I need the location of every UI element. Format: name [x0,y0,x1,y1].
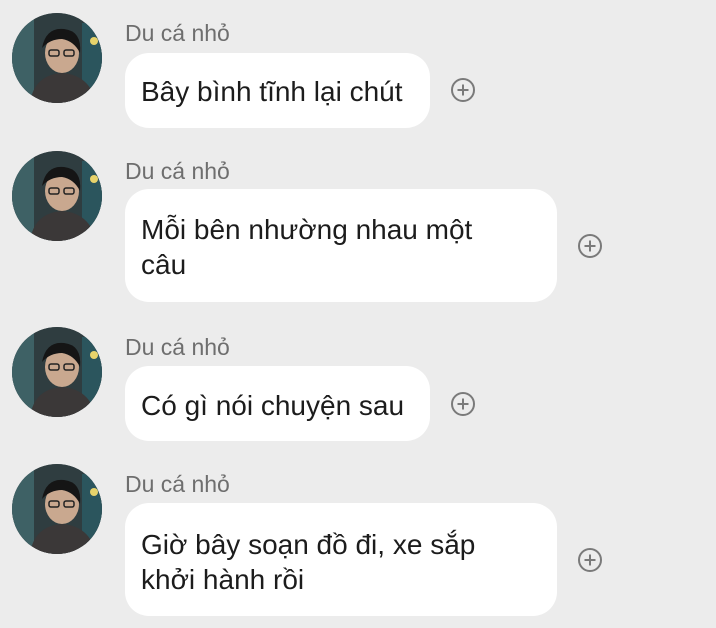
message-text-line: Giờ bây soạn đồ đi, xe sắp [141,529,476,560]
add-circle-icon[interactable] [577,233,603,259]
sender-name: Du cá nhỏ [125,158,230,184]
add-circle-icon[interactable] [577,547,603,573]
sender-name: Du cá nhỏ [125,334,230,360]
message-bubble[interactable]: Giờ bây soạn đồ đi, xe sắp khởi hành rồi [125,503,557,616]
sender-name: Du cá nhỏ [125,471,230,497]
message-text: Có gì nói chuyện sau [141,390,405,421]
avatar[interactable] [12,151,102,241]
avatar-photo [12,151,102,241]
avatar-photo [12,327,102,417]
avatar[interactable] [12,327,102,417]
message-text-line: Mỗi bên nhường nhau một [141,214,473,245]
message-text-line: khởi hành rồi [141,564,305,595]
add-circle-icon[interactable] [450,391,476,417]
message-bubble[interactable]: Bây bình tĩnh lại chút [125,53,430,128]
avatar[interactable] [12,464,102,554]
avatar[interactable] [12,13,102,103]
message-bubble[interactable]: Mỗi bên nhường nhau một câu [125,189,557,302]
message-text-line: câu [141,249,187,280]
avatar-photo [12,464,102,554]
sender-name: Du cá nhỏ [125,20,230,46]
message-bubble[interactable]: Có gì nói chuyện sau [125,366,430,441]
avatar-photo [12,13,102,103]
message-text: Bây bình tĩnh lại chút [141,76,403,107]
add-circle-icon[interactable] [450,77,476,103]
